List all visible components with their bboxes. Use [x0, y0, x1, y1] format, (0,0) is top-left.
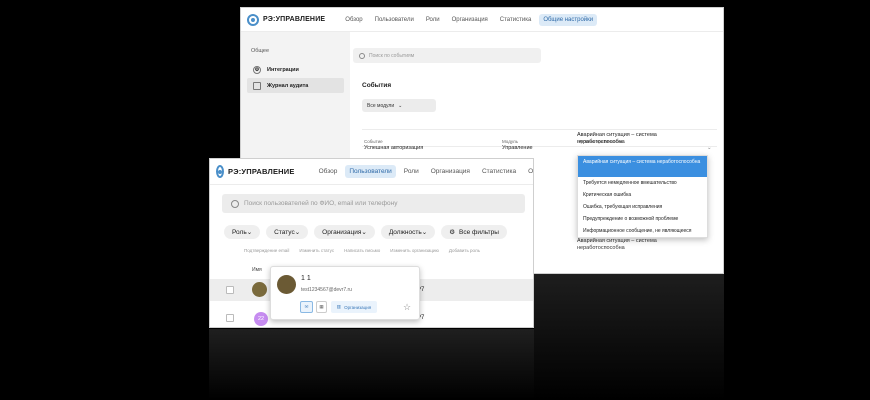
avatar: 22	[254, 312, 268, 326]
nav-organization[interactable]: Организация	[448, 14, 492, 26]
filter-organization[interactable]: Организация ⌄	[314, 225, 375, 239]
level-dropdown-menu: Аварийная ситуация – система неработоспо…	[577, 155, 708, 238]
avatar	[252, 282, 267, 297]
filter-label: Должность	[388, 228, 422, 236]
level-select-row2[interactable]: Аварийная ситуация – система неработоспо…	[577, 238, 697, 252]
dropdown-option[interactable]: Предупреждение о возможной проблеме	[578, 213, 707, 225]
logo-icon	[216, 165, 224, 178]
sidebar-item-integrations[interactable]: ⚙ Интеграции	[247, 62, 344, 77]
level-select[interactable]: Аварийная ситуация – система неработоспо…	[577, 132, 697, 146]
user-search-input[interactable]: Поиск пользователей по ФИО, email или те…	[222, 194, 525, 213]
column-event: Событие	[364, 139, 383, 144]
filter-position[interactable]: Должность ⌄	[380, 225, 436, 239]
nav-roles[interactable]: Роли	[400, 165, 423, 178]
chevron-down-icon[interactable]: ⌄	[707, 145, 712, 151]
action-confirm-email[interactable]: Подтверждение email	[244, 248, 289, 253]
action-change-org[interactable]: Изменить организацию	[390, 248, 439, 253]
dropdown-option[interactable]: Ошибка, требующая исправления	[578, 201, 707, 213]
star-icon[interactable]: ☆	[403, 302, 411, 313]
chevron-down-icon: ⌄	[294, 229, 301, 236]
chevron-down-icon: ⌄	[421, 229, 428, 236]
brand-name: РЭ:УПРАВЛЕНИЕ	[263, 16, 326, 23]
user-email: test1234567@devr7.ru	[301, 287, 352, 293]
filter-label: Роль	[232, 228, 247, 236]
filter-status[interactable]: Статус ⌄	[266, 225, 309, 239]
nav-general-settings[interactable]: Общие настройки	[539, 13, 598, 26]
nav-roles[interactable]: Роли	[422, 14, 444, 26]
filter-icon: ⚙	[449, 229, 456, 236]
logo-icon	[247, 13, 259, 26]
column-name: Имя	[252, 267, 262, 273]
search-placeholder: Поиск по событиям	[369, 52, 415, 59]
event-search-input[interactable]: Поиск по событиям	[353, 48, 541, 63]
building-icon: ▥	[336, 304, 342, 309]
section-title: События	[362, 82, 392, 89]
dropdown-option[interactable]: Требуется немедленное вмешательство	[578, 177, 707, 189]
organization-button[interactable]: ▥ Организация	[331, 301, 377, 313]
filter-label: Организация	[322, 228, 362, 236]
dropdown-option[interactable]: Критическая ошибка	[578, 189, 707, 201]
search-icon	[231, 199, 239, 208]
gear-icon: ⚙	[253, 65, 261, 74]
window-reflection	[209, 329, 534, 400]
sidebar-item-label: Интеграции	[267, 66, 299, 73]
window-reflection	[534, 274, 724, 400]
modules-label: Все модули	[367, 102, 395, 109]
nav-users[interactable]: Пользователи	[371, 14, 418, 26]
sidebar-item-audit-log[interactable]: Журнал аудита	[247, 78, 344, 93]
nav-organization[interactable]: Организация	[427, 165, 474, 178]
row-checkbox[interactable]	[226, 286, 234, 294]
nav-overview[interactable]: Обзор	[341, 14, 366, 26]
filter-label: Все фильтры	[459, 228, 499, 236]
filter-role[interactable]: Роль ⌄	[224, 225, 261, 239]
bulk-actions: Подтверждение email Изменить статус Напи…	[244, 248, 480, 253]
action-change-status[interactable]: Изменить статус	[299, 248, 334, 253]
sidebar-item-label: Журнал аудита	[267, 82, 309, 89]
chevron-down-icon: ⌄	[361, 229, 367, 236]
nav-general-settings[interactable]: Общие настройки	[524, 165, 533, 178]
event-name: Успешная авторизация	[364, 145, 424, 151]
nav-statistics[interactable]: Статистика	[478, 165, 520, 178]
calendar-icon[interactable]: ▦	[316, 301, 327, 313]
modules-dropdown[interactable]: Все модули ⌄	[362, 99, 436, 112]
top-navigation: РЭ:УПРАВЛЕНИЕ Обзор Пользователи Роли Ор…	[210, 159, 533, 185]
search-placeholder: Поиск пользователей по ФИО, email или те…	[244, 200, 398, 207]
sidebar-heading: Общее	[251, 48, 270, 54]
row-checkbox[interactable]	[226, 314, 234, 322]
document-icon	[253, 81, 261, 90]
user-name: 1 1	[301, 275, 311, 282]
column-module: Модуль	[502, 139, 518, 144]
action-add-role[interactable]: Добавить роль	[449, 248, 480, 253]
event-module: Управление	[502, 145, 533, 151]
nav-statistics[interactable]: Статистика	[496, 14, 536, 26]
mail-icon[interactable]: ✉	[300, 301, 313, 313]
user-card-popup: 1 1 test1234567@devr7.ru ✉ ▦ ▥ Организаци…	[270, 266, 420, 320]
org-label: Организация	[344, 304, 372, 310]
chevron-down-icon: ⌄	[398, 102, 403, 109]
chevron-down-icon: ⌄	[246, 229, 253, 236]
all-filters-button[interactable]: ⚙ Все фильтры	[441, 225, 507, 239]
top-navigation: РЭ:УПРАВЛЕНИЕ Обзор Пользователи Роли Ор…	[241, 8, 723, 32]
nav-overview[interactable]: Обзор	[315, 165, 342, 178]
avatar	[277, 275, 296, 294]
nav-users[interactable]: Пользователи	[345, 165, 396, 178]
brand-name: РЭ:УПРАВЛЕНИЕ	[228, 167, 295, 176]
action-write-letter[interactable]: Написать письмо	[344, 248, 380, 253]
dropdown-option[interactable]: Информационное сообщение, не являющееся	[578, 225, 707, 237]
dropdown-option[interactable]: Аварийная ситуация – система неработоспо…	[578, 156, 707, 177]
search-icon	[359, 52, 365, 59]
filter-label: Статус	[274, 228, 295, 236]
